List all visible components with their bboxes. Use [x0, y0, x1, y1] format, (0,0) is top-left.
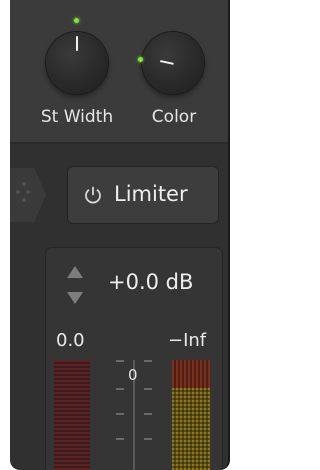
meter-scale-tick	[116, 413, 124, 415]
device-panel: St Width Color Limiter +0.0 dB 0.0 −Inf	[10, 0, 230, 470]
limiter-meter-section: +0.0 dB 0.0 −Inf 0	[46, 248, 222, 470]
meter-scale-tick	[144, 360, 152, 362]
stepper-icon[interactable]	[64, 264, 86, 306]
color-label: Color	[151, 107, 197, 127]
meter-right-readout: −Inf	[168, 330, 207, 351]
meter-scale-tick	[116, 360, 124, 362]
meter-scale-tick	[144, 413, 152, 415]
meter-scale-tick	[116, 388, 124, 390]
power-icon[interactable]	[82, 184, 104, 206]
meter-scale-tick	[144, 438, 152, 440]
meter-left-readout: 0.0	[56, 330, 85, 351]
meter-scale-zero-label: 0	[128, 366, 138, 384]
st-width-knob-indicator	[76, 36, 78, 51]
panel-divider	[10, 142, 228, 144]
gain-value-field[interactable]: +0.0 dB	[108, 270, 193, 294]
color-knob-led	[138, 57, 143, 62]
color-knob[interactable]	[142, 32, 204, 94]
st-width-knob-led	[74, 18, 79, 23]
color-knob-indicator	[159, 60, 174, 65]
st-width-label: St Width	[40, 107, 114, 127]
meter-scale-tick	[144, 388, 152, 390]
output-level-meter	[172, 360, 210, 470]
limiter-label: Limiter	[114, 182, 188, 206]
drag-dots-icon	[16, 182, 34, 208]
meter-scale-tick	[116, 438, 124, 440]
input-level-meter	[54, 360, 90, 470]
limiter-toggle[interactable]: Limiter	[68, 167, 218, 223]
st-width-knob[interactable]	[46, 32, 108, 94]
